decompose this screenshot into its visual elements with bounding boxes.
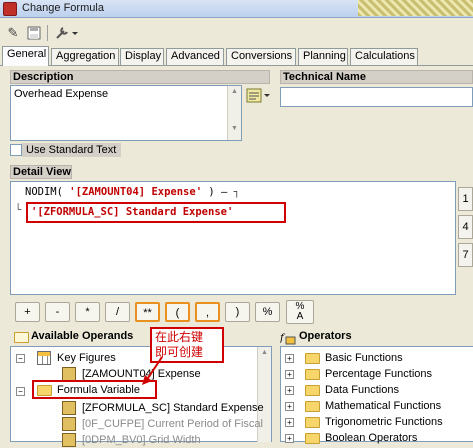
detail-view-header: Detail View — [10, 165, 72, 179]
keypad-button-7[interactable]: 7 — [458, 243, 473, 267]
variable-icon — [62, 417, 76, 431]
nodim-function: NODIM( — [25, 186, 70, 198]
description-value: Overhead Expense — [14, 88, 109, 100]
mathematical-functions-expander-icon[interactable]: + — [285, 402, 294, 411]
operator-data-functions[interactable]: Data Functions — [325, 382, 399, 398]
formula-line-1: NODIM( '[ZAMOUNT04] Expense' ) – ┐ — [25, 186, 240, 198]
operator-minus-button[interactable]: - — [45, 302, 70, 322]
operator-percent-button[interactable]: % — [255, 302, 280, 322]
formula-operand-expense: '[ZAMOUNT04] Expense' — [69, 186, 203, 198]
tab-conversions[interactable]: Conversions — [226, 48, 296, 65]
available-operands-header: Available Operands — [31, 330, 134, 342]
operator-mathematical-functions[interactable]: Mathematical Functions — [325, 398, 441, 414]
folder-icon — [305, 385, 320, 396]
description-field[interactable]: Overhead Expense ▲ ▼ — [10, 85, 242, 141]
operator-open-paren-button[interactable]: ( — [165, 302, 190, 322]
operator-comma-button[interactable]: , — [195, 302, 220, 322]
tab-calculations[interactable]: Calculations — [350, 48, 418, 65]
formula-editor[interactable]: NODIM( '[ZAMOUNT04] Expense' ) – ┐ └ '[Z… — [10, 181, 456, 295]
svg-text:f: f — [280, 333, 286, 344]
data-functions-expander-icon[interactable]: + — [285, 386, 294, 395]
edit-icon[interactable]: ✎ — [3, 23, 23, 43]
operator-close-paren-button[interactable]: ) — [225, 302, 250, 322]
formula-line-2-highlight: '[ZFORMULA_SC] Standard Expense' — [26, 202, 286, 223]
variable-icon — [62, 433, 76, 447]
use-standard-text-checkbox[interactable] — [10, 144, 22, 156]
tree-item-formula-variable[interactable]: Formula Variable — [57, 382, 140, 398]
operator-percentage-functions[interactable]: Percentage Functions — [325, 366, 432, 382]
formula-tree-connector: └ — [15, 204, 22, 216]
text-options-dropdown[interactable] — [246, 88, 272, 104]
toolbar-separator — [47, 25, 48, 41]
operator-boolean-operators[interactable]: Boolean Operators — [325, 430, 417, 446]
tab-aggregation[interactable]: Aggregation — [51, 48, 119, 65]
app-icon — [3, 2, 17, 16]
keypad-button-4[interactable]: 4 — [458, 215, 473, 239]
save-icon[interactable] — [24, 23, 44, 43]
formula-line-1-suffix: ) – — [202, 186, 228, 198]
scroll-down-icon[interactable]: ▼ — [228, 125, 241, 132]
percentage-functions-expander-icon[interactable]: + — [285, 370, 294, 379]
folder-icon — [305, 401, 320, 412]
operands-folder-icon — [14, 331, 30, 343]
operator-percent-a-button[interactable]: % A — [286, 300, 314, 324]
formula-tree-marker: ┐ — [227, 186, 240, 198]
title-bar-pattern — [358, 0, 473, 16]
toolbar: ✎ — [0, 20, 473, 46]
basic-functions-expander-icon[interactable]: + — [285, 354, 294, 363]
folder-icon — [305, 369, 320, 380]
folder-icon — [305, 353, 320, 364]
keypad-button-1[interactable]: 1 — [458, 187, 473, 211]
key-figures-expander-icon[interactable]: − — [16, 354, 25, 363]
description-scrollbar[interactable]: ▲ ▼ — [227, 86, 241, 140]
tree-item-key-figures[interactable]: Key Figures — [57, 350, 116, 366]
folder-icon — [305, 433, 320, 444]
operator-trigonometric-functions[interactable]: Trigonometric Functions — [325, 414, 443, 430]
annotation-line-1: 在此右键 — [155, 330, 204, 344]
technical-name-field[interactable] — [280, 87, 473, 107]
operator-multiply-button[interactable]: * — [75, 302, 100, 322]
tab-strip-line — [0, 65, 473, 66]
annotation-arrow — [142, 356, 163, 385]
key-figures-icon — [37, 351, 51, 365]
title-bar: Change Formula — [0, 0, 473, 18]
tools-dropdown-icon[interactable] — [53, 23, 81, 43]
formula-operand-standard-expense: '[ZFORMULA_SC] Standard Expense' — [31, 206, 234, 218]
operands-scroll-up-icon[interactable]: ▲ — [258, 349, 271, 356]
operator-divide-button[interactable]: / — [105, 302, 130, 322]
expense-keyfigure-icon — [62, 367, 76, 381]
tree-item-zformula-sc[interactable]: [ZFORMULA_SC] Standard Expense — [82, 400, 264, 416]
window-title: Change Formula — [22, 2, 104, 14]
formula-variable-folder-icon — [37, 385, 52, 396]
folder-icon — [305, 417, 320, 428]
use-standard-text-label: Use Standard Text — [22, 143, 121, 157]
variable-icon — [62, 401, 76, 415]
operator-power-button[interactable]: ** — [135, 302, 160, 322]
operator-basic-functions[interactable]: Basic Functions — [325, 350, 403, 366]
tab-planning[interactable]: Planning — [298, 48, 348, 65]
tree-item-0f-cufpe[interactable]: [0F_CUFPE] Current Period of Fiscal — [82, 416, 263, 432]
description-header: Description — [10, 70, 270, 84]
tab-display[interactable]: Display — [120, 48, 164, 65]
operator-plus-button[interactable]: + — [15, 302, 40, 322]
scroll-up-icon[interactable]: ▲ — [228, 88, 241, 95]
operators-header: Operators — [299, 330, 352, 342]
trigonometric-functions-expander-icon[interactable]: + — [285, 418, 294, 427]
technical-name-header: Technical Name — [280, 70, 473, 84]
operators-fx-icon: f — [279, 331, 296, 345]
tab-advanced[interactable]: Advanced — [166, 48, 224, 65]
tab-general[interactable]: General — [2, 46, 49, 66]
keypad-strip: 1 4 7 — [458, 183, 473, 297]
tree-item-0dpm-bv0[interactable]: [0DPM_BV0] Grid Width — [82, 432, 201, 448]
formula-variable-expander-icon[interactable]: − — [16, 387, 25, 396]
